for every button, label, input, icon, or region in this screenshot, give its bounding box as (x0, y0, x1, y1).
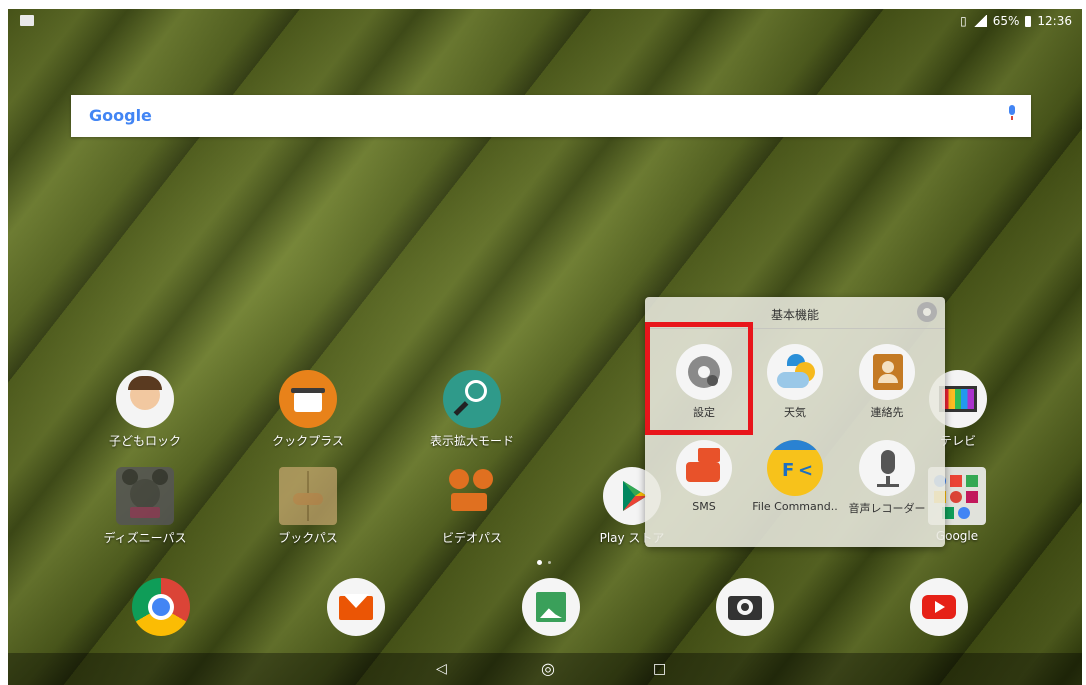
camera-icon[interactable] (716, 578, 774, 636)
battery-icon (1025, 15, 1032, 27)
folder-title: 基本機能 (770, 308, 819, 322)
folder-app-voice-recorder[interactable]: 音声レコーダー (840, 440, 934, 516)
image-notification-icon (20, 15, 34, 26)
navigation-bar: ◁ ◎ □ (8, 653, 1082, 685)
recents-icon[interactable]: □ (653, 661, 666, 677)
au-mail-icon[interactable] (327, 578, 385, 636)
zoom-mode-icon (443, 370, 501, 428)
google-logo: Google (89, 106, 152, 125)
folder-app-label: SMS (692, 500, 716, 513)
app-label: 子どもロック (108, 434, 181, 448)
video-pass-icon (443, 467, 501, 525)
cook-plus-icon (279, 370, 337, 428)
folder-app-sms[interactable]: SMS (657, 440, 751, 513)
app-label: ブックパス (278, 531, 338, 545)
weather-icon (767, 344, 823, 400)
app-kid-lock[interactable]: 子どもロック (85, 370, 205, 449)
app-label: 表示拡大モード (429, 434, 514, 448)
app-disney-pass[interactable]: ディズニーパス (85, 467, 205, 546)
kid-lock-icon (116, 370, 174, 428)
folder-app-contacts[interactable]: 連絡先 (840, 344, 934, 420)
folder-app-weather[interactable]: 天気 (748, 344, 842, 420)
battery-percent: 65% (992, 14, 1020, 28)
contacts-icon (859, 344, 915, 400)
app-label: クックプラス (272, 434, 344, 448)
sms-icon (676, 440, 732, 496)
folder-app-label: 音声レコーダー (848, 502, 926, 515)
highlight-box (645, 322, 753, 435)
back-icon[interactable]: ◁ (436, 661, 447, 677)
home-icon[interactable]: ◎ (541, 659, 555, 678)
google-search-bar[interactable]: Google (71, 95, 1031, 137)
folder-app-label: File Command.. (752, 500, 838, 513)
app-book-pass[interactable]: ブックパス (248, 467, 368, 546)
clock: 12:36 (1037, 14, 1072, 28)
file-commander-icon: F < (767, 440, 823, 496)
app-label: ビデオパス (441, 531, 502, 545)
home-screen: ▯ 65% 12:36 Google 子どもロック クックプラス 表示拡大モード… (8, 9, 1082, 685)
book-pass-icon (279, 467, 337, 525)
disney-pass-icon (116, 467, 174, 525)
mic-icon[interactable] (1007, 105, 1017, 121)
app-cook-plus[interactable]: クックプラス (248, 370, 368, 449)
app-label: ディズニーパス (103, 531, 187, 545)
youtube-icon[interactable] (910, 578, 968, 636)
folder-app-label: 連絡先 (870, 406, 904, 419)
vibrate-icon: ▯ (960, 14, 967, 28)
signal-icon (972, 15, 987, 27)
folder-settings-gear-icon[interactable] (917, 302, 937, 322)
app-zoom-mode[interactable]: 表示拡大モード (412, 370, 532, 449)
voice-recorder-icon (859, 440, 915, 496)
chrome-icon[interactable] (132, 578, 190, 636)
folder-app-label: 天気 (784, 406, 806, 419)
page-indicator (537, 560, 551, 565)
status-bar: ▯ 65% 12:36 (8, 9, 1082, 35)
app-video-pass[interactable]: ビデオパス (412, 467, 532, 546)
folder-app-file-commander[interactable]: F < File Command.. (748, 440, 842, 513)
gallery-icon[interactable] (522, 578, 580, 636)
